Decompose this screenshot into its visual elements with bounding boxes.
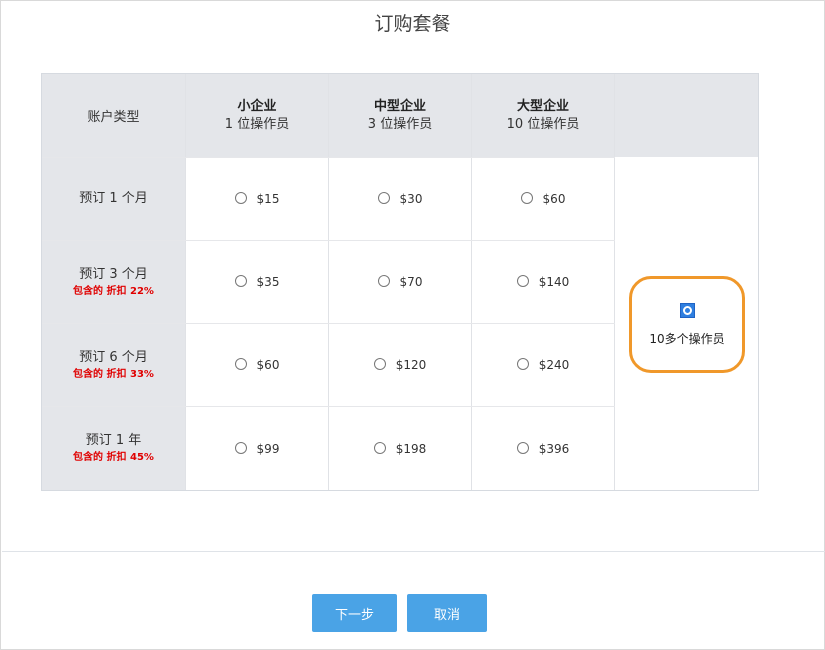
enterprise-label: 10多个操作员 [649,331,725,346]
row-discount: 包含的 折扣 45% [73,452,154,463]
radio-dot-icon [682,305,692,315]
row-label-title: 预订 1 个月 [79,191,148,206]
row-label-1-month: 预订 1 个月 [42,158,185,240]
price: $120 [395,358,427,372]
plan-option[interactable]: $60 [186,324,328,406]
row-label-6-months: 预订 6 个月 包含的 折扣 33% [42,324,185,406]
account-type-label: 账户类型 [87,110,140,125]
header-plan-large: 大型企业 10 位操作员 [472,74,614,157]
row-label-title: 预订 6 个月 [79,349,148,365]
price: $60 [542,192,566,206]
header-enterprise [615,74,758,157]
grid-line [614,74,615,490]
order-plan-dialog: 订购套餐 账户类型 小企业 1 位操作员 中型企业 3 位操作员 大型企业 10… [0,0,825,650]
radio-button[interactable] [516,441,529,454]
plan-operators: 10 位操作员 [506,116,580,132]
cancel-button[interactable]: 取消 [407,594,487,632]
plan-option[interactable]: $35 [186,241,328,323]
plan-option[interactable]: $99 [186,407,328,490]
plan-name: 大型企业 [516,98,569,114]
radio-button[interactable] [234,192,247,204]
price: $30 [399,192,423,206]
enterprise-option[interactable]: 10多个操作员 [629,276,745,373]
price: $140 [538,275,570,289]
row-label-1-year: 预订 1 年 包含的 折扣 45% [42,407,185,490]
price: $15 [256,192,280,206]
radio-button[interactable] [377,275,390,287]
row-label-title: 预订 1 年 [85,433,142,448]
price: $70 [399,275,423,289]
next-button[interactable]: 下一步 [312,594,397,632]
price: $198 [395,441,427,456]
radio-button[interactable] [234,358,247,370]
price: $396 [538,441,570,456]
header-plan-small: 小企业 1 位操作员 [186,74,328,157]
radio-button[interactable] [516,275,529,287]
plan-option[interactable]: $30 [329,158,471,240]
plan-option[interactable]: $120 [329,324,471,406]
dialog-title: 订购套餐 [374,13,451,35]
row-label-3-months: 预订 3 个月 包含的 折扣 22% [42,241,185,323]
plan-operators: 1 位操作员 [224,116,290,132]
price: $240 [538,358,570,372]
plan-option[interactable]: $140 [472,241,614,323]
price: $99 [256,441,280,456]
plan-option[interactable]: $396 [472,407,614,490]
plan-name: 中型企业 [373,98,426,114]
radio-button[interactable] [520,192,533,204]
row-discount: 包含的 折扣 22% [73,285,154,297]
price: $35 [256,275,280,289]
header-account-type: 账户类型 [42,74,185,157]
radio-button[interactable] [234,441,247,454]
plan-operators: 3 位操作员 [367,116,433,132]
radio-button[interactable] [373,358,386,370]
row-discount: 包含的 折扣 33% [73,368,154,380]
price: $60 [256,358,280,372]
plan-option[interactable]: $15 [186,158,328,240]
radio-button[interactable] [516,358,529,370]
radio-button[interactable] [373,441,386,454]
plan-option[interactable]: $70 [329,241,471,323]
plan-name: 小企业 [237,98,277,114]
plan-option[interactable]: $60 [472,158,614,240]
radio-button[interactable] [377,192,390,204]
header-plan-medium: 中型企业 3 位操作员 [329,74,471,157]
radio-button[interactable] [234,275,247,287]
radio-button-checked[interactable] [679,302,695,318]
footer-divider [2,551,825,552]
plan-option[interactable]: $198 [329,407,471,490]
plan-option[interactable]: $240 [472,324,614,406]
row-label-title: 预订 3 个月 [79,266,148,282]
